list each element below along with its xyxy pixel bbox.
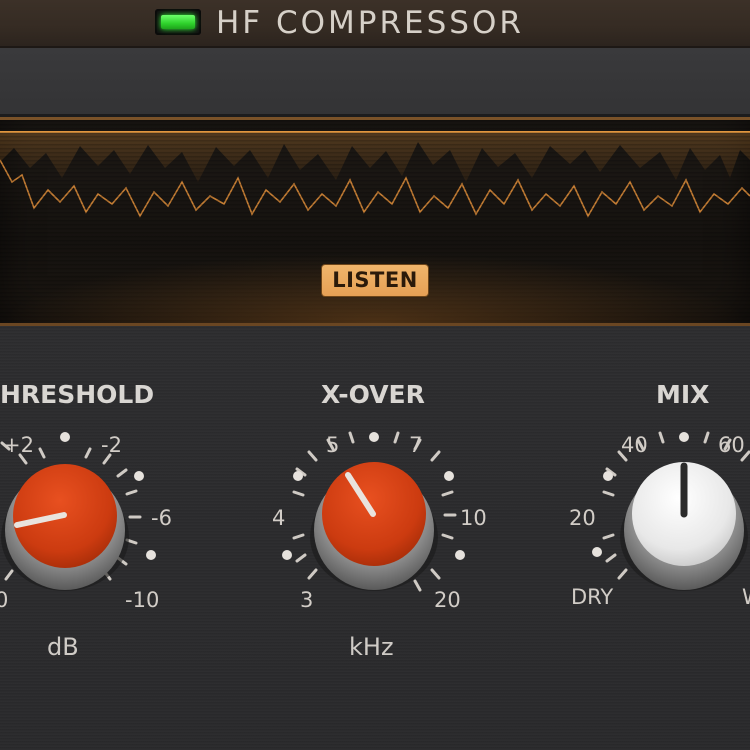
threshold-scale-0: 0 [0, 588, 8, 612]
knob-area: +2 -2 -6 -10 0 5 7 4 10 3 20 40 60 20 DR… [0, 431, 750, 612]
xover-scale-10: 10 [460, 506, 487, 530]
xover-scale-20: 20 [434, 588, 461, 612]
mix-scale-40: 40 [621, 433, 648, 457]
xover-scale-7: 7 [409, 433, 422, 457]
mix-scale-20: 20 [569, 506, 596, 530]
threshold-scale-minus2: -2 [101, 433, 122, 457]
xover-scale-4: 4 [272, 506, 285, 530]
mix-scale-60: 60 [718, 433, 745, 457]
xover-scale-3: 3 [300, 588, 313, 612]
threshold-scale-minus6: -6 [151, 506, 172, 530]
xover-knob[interactable] [282, 431, 465, 592]
mix-scale-dry: DRY [571, 585, 613, 609]
mix-scale-wet: W [742, 585, 750, 609]
threshold-scale-minus10: -10 [125, 588, 159, 612]
threshold-scale-plus2: +2 [3, 433, 34, 457]
xover-scale-5: 5 [326, 433, 339, 457]
